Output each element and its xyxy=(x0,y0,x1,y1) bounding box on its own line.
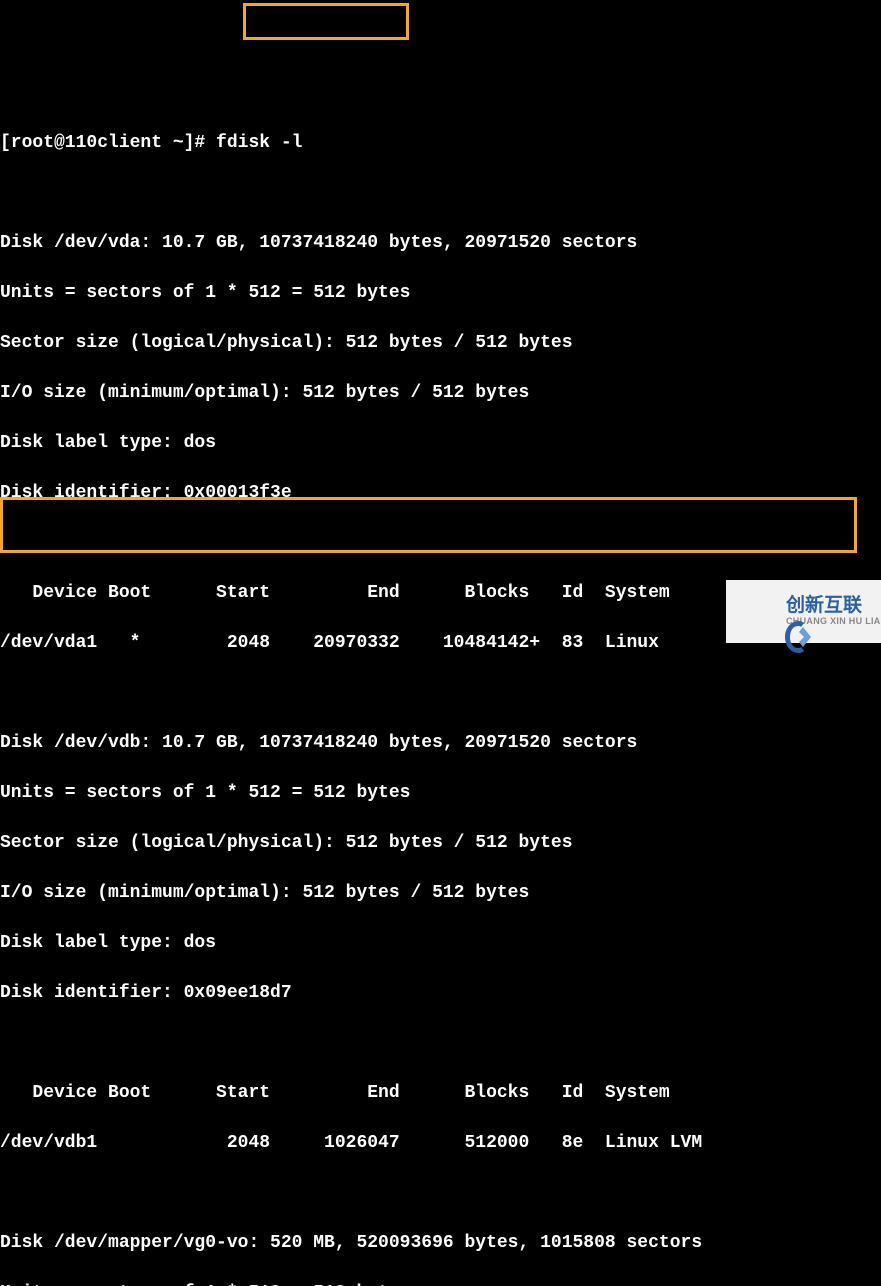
vdb-units: Units = sectors of 1 * 512 = 512 bytes xyxy=(0,781,881,806)
terminal-output: [root@110client ~]# fdisk -l Disk /dev/v… xyxy=(0,106,881,1286)
blank-line xyxy=(0,1181,881,1206)
command-highlight-box xyxy=(243,3,409,40)
blank-line xyxy=(0,1031,881,1056)
logo-icon xyxy=(734,590,778,634)
prompt-line[interactable]: [root@110client ~]# fdisk -l xyxy=(0,131,881,156)
vda-sector: Sector size (logical/physical): 512 byte… xyxy=(0,331,881,356)
vdb-row: /dev/vdb1 2048 1026047 512000 8e Linux L… xyxy=(0,1131,881,1156)
shell-prompt: [root@110client ~]# xyxy=(0,133,216,153)
command-text: fdisk -l xyxy=(216,133,302,153)
blank-line xyxy=(0,531,881,556)
vda-header: Disk /dev/vda: 10.7 GB, 10737418240 byte… xyxy=(0,231,881,256)
vdb-cols: Device Boot Start End Blocks Id System xyxy=(0,1081,881,1106)
vda-io: I/O size (minimum/optimal): 512 bytes / … xyxy=(0,381,881,406)
vdb-header: Disk /dev/vdb: 10.7 GB, 10737418240 byte… xyxy=(0,731,881,756)
vda-units: Units = sectors of 1 * 512 = 512 bytes xyxy=(0,281,881,306)
mapper-header: Disk /dev/mapper/vg0-vo: 520 MB, 5200936… xyxy=(0,1231,881,1256)
vdb-label: Disk label type: dos xyxy=(0,931,881,956)
mapper-units: Units = sectors of 1 * 512 = 512 bytes xyxy=(0,1281,881,1286)
vdb-sector: Sector size (logical/physical): 512 byte… xyxy=(0,831,881,856)
blank-line xyxy=(0,181,881,206)
vda-label: Disk label type: dos xyxy=(0,431,881,456)
logo-badge: 创新互联 CHUANG XIN HU LIAN xyxy=(726,580,881,643)
vdb-id: Disk identifier: 0x09ee18d7 xyxy=(0,981,881,1006)
vdb-io: I/O size (minimum/optimal): 512 bytes / … xyxy=(0,881,881,906)
vda-id: Disk identifier: 0x00013f3e xyxy=(0,481,881,506)
